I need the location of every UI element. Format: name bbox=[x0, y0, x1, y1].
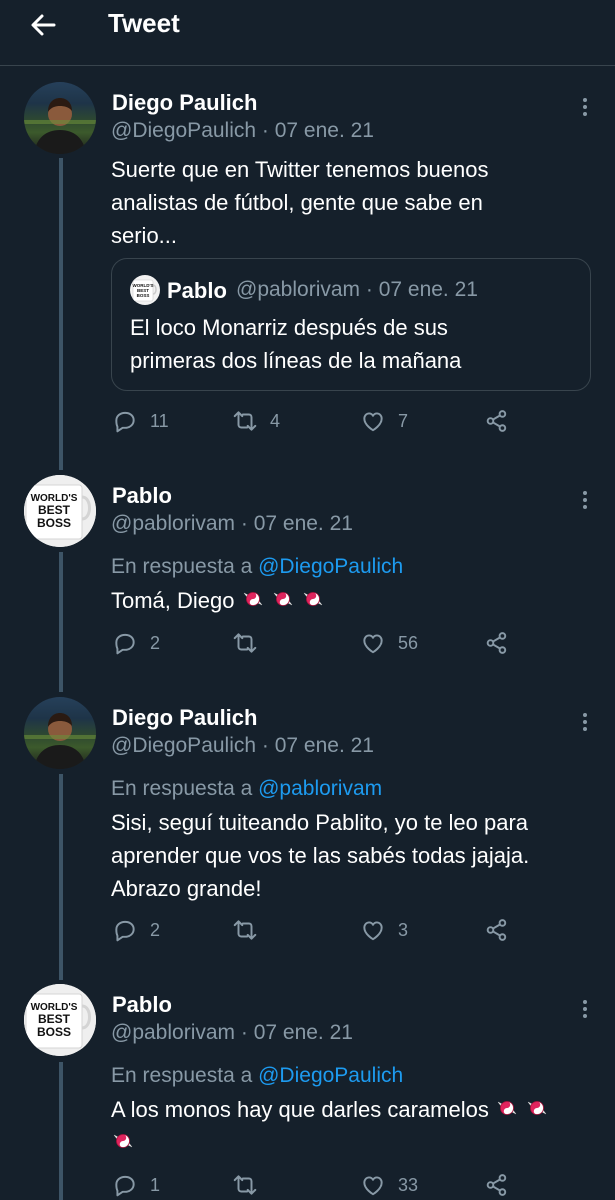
mention-link[interactable]: @pablorivam bbox=[258, 777, 382, 800]
heart-icon bbox=[360, 917, 386, 943]
retweet-button[interactable] bbox=[232, 628, 270, 658]
retweet-icon bbox=[232, 408, 258, 434]
retweet-button[interactable]: 4 bbox=[232, 406, 280, 436]
candy-emoji-icon bbox=[111, 1129, 135, 1153]
author-name[interactable]: Pablo bbox=[112, 483, 172, 509]
svg-text:BOSS: BOSS bbox=[137, 293, 150, 298]
more-options-icon[interactable] bbox=[578, 96, 592, 118]
like-count: 7 bbox=[398, 410, 409, 431]
reply-context: En respuesta a @DiegoPaulich bbox=[111, 555, 404, 578]
candy-emoji-icon bbox=[495, 1096, 519, 1120]
tweet-text: Sisi, seguí tuiteando Pablito, yo te leo… bbox=[111, 810, 530, 901]
quoted-avatar: WORLD'S BEST BOSS bbox=[130, 275, 160, 305]
reply-count: 2 bbox=[150, 632, 161, 653]
tweet-text: Suerte que en Twitter tenemos buenos ana… bbox=[111, 157, 489, 248]
quoted-author-handle-date: @pablorivam · 07 ene. 21 bbox=[236, 278, 478, 301]
heart-icon bbox=[360, 1172, 386, 1198]
arrow-left-icon[interactable] bbox=[28, 10, 58, 40]
reply-icon bbox=[112, 630, 138, 656]
reply-count: 1 bbox=[150, 1174, 161, 1195]
share-icon bbox=[484, 917, 510, 943]
like-count: 56 bbox=[398, 632, 419, 653]
share-icon bbox=[484, 1172, 510, 1198]
tweet-text: A los monos hay que darles caramelos bbox=[111, 1093, 596, 1159]
like-button[interactable]: 3 bbox=[360, 915, 408, 945]
retweet-button[interactable] bbox=[232, 1170, 270, 1200]
retweet-count: 4 bbox=[270, 410, 281, 431]
mention-link[interactable]: @DiegoPaulich bbox=[258, 555, 403, 578]
reply-button[interactable]: 11 bbox=[112, 406, 169, 436]
more-options-icon[interactable] bbox=[578, 711, 592, 733]
candy-emoji-icon bbox=[271, 587, 295, 611]
share-button[interactable] bbox=[484, 406, 510, 436]
quoted-text: El loco Monarriz después de sus primeras… bbox=[130, 315, 462, 373]
reply-button[interactable]: 1 bbox=[112, 1170, 160, 1200]
thread-line bbox=[59, 552, 63, 692]
heart-icon bbox=[360, 630, 386, 656]
heart-icon bbox=[360, 408, 386, 434]
quoted-tweet[interactable]: WORLD'S BEST BOSS Pablo @pablorivam · 07… bbox=[111, 258, 591, 391]
author-handle-date: @pablorivam · 07 ene. 21 bbox=[111, 512, 353, 535]
reply-button[interactable]: 2 bbox=[112, 628, 160, 658]
thread-line bbox=[59, 774, 63, 980]
tweet-actions: 2 56 bbox=[0, 628, 615, 658]
top-bar: Tweet bbox=[0, 0, 615, 66]
svg-text:BEST: BEST bbox=[38, 1012, 71, 1026]
share-button[interactable] bbox=[484, 915, 510, 945]
share-icon bbox=[484, 630, 510, 656]
share-button[interactable] bbox=[484, 628, 510, 658]
reply-count: 11 bbox=[150, 410, 169, 431]
author-name[interactable]: Diego Paulich bbox=[112, 705, 257, 731]
reply-icon bbox=[112, 1172, 138, 1198]
reply-icon bbox=[112, 408, 138, 434]
retweet-button[interactable] bbox=[232, 915, 270, 945]
svg-text:BEST: BEST bbox=[38, 503, 71, 517]
author-handle-date: @DiegoPaulich · 07 ene. 21 bbox=[111, 734, 374, 757]
retweet-icon bbox=[232, 917, 258, 943]
share-button[interactable] bbox=[484, 1170, 510, 1200]
mention-link[interactable]: @DiegoPaulich bbox=[258, 1064, 403, 1087]
retweet-icon bbox=[232, 630, 258, 656]
avatar[interactable]: WORLD'S BEST BOSS bbox=[24, 475, 96, 547]
candy-emoji-icon bbox=[241, 587, 265, 611]
like-button[interactable]: 33 bbox=[360, 1170, 418, 1200]
like-count: 33 bbox=[398, 1174, 419, 1195]
reply-context: En respuesta a @DiegoPaulich bbox=[111, 1064, 404, 1087]
avatar[interactable] bbox=[24, 697, 96, 769]
avatar[interactable]: WORLD'S BEST BOSS bbox=[24, 984, 96, 1056]
reply-count: 2 bbox=[150, 919, 161, 940]
like-count: 3 bbox=[398, 919, 409, 940]
tweet-actions: 1 33 bbox=[0, 1170, 615, 1200]
tweet-actions: 11 4 7 bbox=[0, 406, 615, 436]
tweet-text: Tomá, Diego bbox=[111, 584, 596, 617]
reply-button[interactable]: 2 bbox=[112, 915, 160, 945]
reply-context: En respuesta a @pablorivam bbox=[111, 777, 383, 800]
candy-emoji-icon bbox=[301, 587, 325, 611]
author-handle-date: @DiegoPaulich · 07 ene. 21 bbox=[111, 119, 374, 142]
author-name[interactable]: Pablo bbox=[112, 992, 172, 1018]
more-options-icon[interactable] bbox=[578, 998, 592, 1020]
candy-emoji-icon bbox=[525, 1096, 549, 1120]
retweet-icon bbox=[232, 1172, 258, 1198]
svg-text:BOSS: BOSS bbox=[37, 1025, 71, 1039]
author-name[interactable]: Diego Paulich bbox=[112, 90, 257, 116]
svg-text:BOSS: BOSS bbox=[37, 516, 71, 530]
reply-icon bbox=[112, 917, 138, 943]
share-icon bbox=[484, 408, 510, 434]
page-title: Tweet bbox=[108, 8, 180, 38]
avatar[interactable] bbox=[24, 82, 96, 154]
quoted-author-name: Pablo bbox=[167, 278, 227, 303]
author-handle-date: @pablorivam · 07 ene. 21 bbox=[111, 1021, 353, 1044]
like-button[interactable]: 7 bbox=[360, 406, 408, 436]
more-options-icon[interactable] bbox=[578, 489, 592, 511]
like-button[interactable]: 56 bbox=[360, 628, 418, 658]
tweet-actions: 2 3 bbox=[0, 915, 615, 945]
